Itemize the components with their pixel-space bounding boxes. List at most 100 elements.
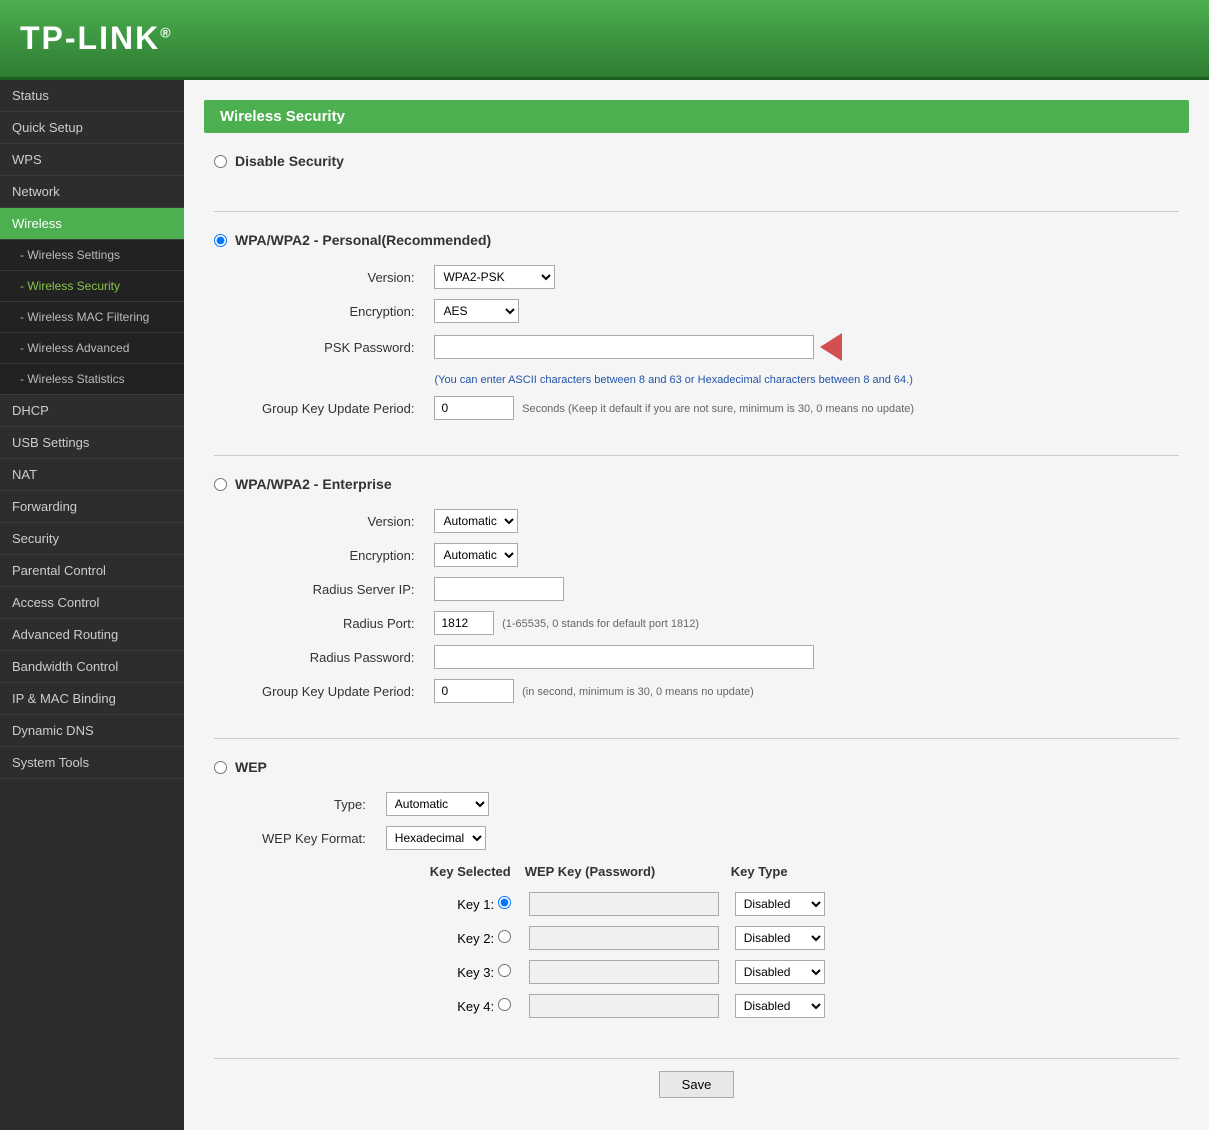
- ent-version-select[interactable]: Automatic WPA WPA2: [434, 509, 518, 533]
- psk-hint-text: (You can enter ASCII characters between …: [434, 374, 912, 386]
- radius-ip-cell: [426, 572, 822, 606]
- disable-security-header: Disable Security: [214, 153, 1179, 169]
- encryption-row: Encryption: AES TKIP AES/TKIP: [254, 294, 922, 328]
- wep-format-select[interactable]: Hexadecimal ASCII: [386, 826, 486, 850]
- wep-key-3-row: Key 3: Disabled: [426, 955, 833, 989]
- psk-password-input[interactable]: [434, 335, 814, 359]
- sidebar-item-wireless-advanced[interactable]: - Wireless Advanced: [0, 333, 184, 364]
- radius-password-label: Radius Password:: [254, 640, 426, 674]
- radius-ip-label: Radius Server IP:: [254, 572, 426, 606]
- ent-encryption-row: Encryption: Automatic AES TKIP: [254, 538, 822, 572]
- group-key-hint: Seconds (Keep it default if you are not …: [518, 403, 914, 415]
- wep-key-2-type-select[interactable]: Disabled 64bit 128bit 152bit: [735, 926, 825, 950]
- sidebar-item-wireless-mac[interactable]: - Wireless MAC Filtering: [0, 302, 184, 333]
- wep-key-1-type-cell: Disabled 64bit 128bit 152bit: [727, 887, 833, 921]
- wep-key-3-type-select[interactable]: Disabled 64bit 128bit 152bit: [735, 960, 825, 984]
- wep-keys-header-row: Key Selected WEP Key (Password) Key Type…: [254, 855, 841, 1028]
- sidebar-item-forwarding[interactable]: Forwarding: [0, 491, 184, 523]
- divider-2: [214, 455, 1179, 456]
- sidebar-item-wireless-security[interactable]: - Wireless Security: [0, 271, 184, 302]
- sidebar-item-security[interactable]: Security: [0, 523, 184, 555]
- wpa-personal-radio[interactable]: [214, 234, 227, 247]
- wep-radio[interactable]: [214, 761, 227, 774]
- sidebar-item-usb-settings[interactable]: USB Settings: [0, 427, 184, 459]
- wep-key-2-radio[interactable]: [498, 930, 511, 943]
- wep-key-4-input[interactable]: [529, 994, 719, 1018]
- sidebar-item-network[interactable]: Network: [0, 176, 184, 208]
- logo: TP-LINK®: [20, 20, 173, 57]
- wpa-enterprise-section: WPA/WPA2 - Enterprise Version: Automatic…: [214, 476, 1179, 718]
- radius-ip-input[interactable]: [434, 577, 564, 601]
- arrow-indicator: [820, 333, 842, 361]
- wep-key-3-type-cell: Disabled 64bit 128bit 152bit: [727, 955, 833, 989]
- psk-password-label: PSK Password:: [254, 328, 426, 366]
- wep-format-cell: Hexadecimal ASCII: [378, 821, 841, 855]
- disable-security-radio[interactable]: [214, 155, 227, 168]
- sidebar-item-status[interactable]: Status: [0, 80, 184, 112]
- wep-key-1-radio[interactable]: [498, 896, 511, 909]
- wep-key-2-label: Key 2:: [457, 931, 494, 946]
- ent-group-key-row: Group Key Update Period: (in second, min…: [254, 674, 822, 708]
- main-content: Wireless Security Disable Security WPA/W…: [184, 80, 1209, 1130]
- wep-key-4-label: Key 4:: [457, 999, 494, 1014]
- wep-key-4-value-cell: [521, 989, 727, 1023]
- sidebar-item-advanced-routing[interactable]: Advanced Routing: [0, 619, 184, 651]
- sidebar-item-nat[interactable]: NAT: [0, 459, 184, 491]
- ent-encryption-select[interactable]: Automatic AES TKIP: [434, 543, 518, 567]
- sidebar-item-access-control[interactable]: Access Control: [0, 587, 184, 619]
- group-key-row: Group Key Update Period: Seconds (Keep i…: [254, 391, 922, 425]
- version-select[interactable]: WPA2-PSK WPA-PSK WPA/WPA2-PSK: [434, 265, 555, 289]
- wep-key-1-input[interactable]: [529, 892, 719, 916]
- wep-key-2-select-cell: Key 2:: [426, 921, 521, 955]
- wep-key-3-input[interactable]: [529, 960, 719, 984]
- ent-group-key-label: Group Key Update Period:: [254, 674, 426, 708]
- radius-port-row: Radius Port: (1-65535, 0 stands for defa…: [254, 606, 822, 640]
- sidebar-item-ip-mac-binding[interactable]: IP & MAC Binding: [0, 683, 184, 715]
- sidebar-item-quick-setup[interactable]: Quick Setup: [0, 112, 184, 144]
- ent-version-cell: Automatic WPA WPA2: [426, 504, 822, 538]
- sidebar-item-bandwidth-control[interactable]: Bandwidth Control: [0, 651, 184, 683]
- sidebar-item-wps[interactable]: WPS: [0, 144, 184, 176]
- sidebar-item-dynamic-dns[interactable]: Dynamic DNS: [0, 715, 184, 747]
- wep-key-3-value-cell: [521, 955, 727, 989]
- ent-group-key-input[interactable]: [434, 679, 514, 703]
- wep-key-4-type-select[interactable]: Disabled 64bit 128bit 152bit: [735, 994, 825, 1018]
- wep-format-label: WEP Key Format:: [254, 821, 378, 855]
- wep-key-2-type-cell: Disabled 64bit 128bit 152bit: [727, 921, 833, 955]
- wep-key-1-type-select[interactable]: Disabled 64bit 128bit 152bit: [735, 892, 825, 916]
- wep-key-2-input[interactable]: [529, 926, 719, 950]
- psk-hint-cell: (You can enter ASCII characters between …: [426, 366, 922, 391]
- disable-security-label: Disable Security: [235, 153, 344, 169]
- radius-password-input[interactable]: [434, 645, 814, 669]
- sidebar-item-parental-control[interactable]: Parental Control: [0, 555, 184, 587]
- ent-group-key-hint: (in second, minimum is 30, 0 means no up…: [518, 686, 754, 698]
- wep-key-4-radio[interactable]: [498, 998, 511, 1011]
- layout: Status Quick Setup WPS Network Wireless …: [0, 80, 1209, 1130]
- group-key-input[interactable]: [434, 396, 514, 420]
- radius-password-row: Radius Password:: [254, 640, 822, 674]
- wep-key-3-select-cell: Key 3:: [426, 955, 521, 989]
- sidebar-item-wireless-stats[interactable]: - Wireless Statistics: [0, 364, 184, 395]
- wep-keys-header-cell: Key Selected WEP Key (Password) Key Type…: [378, 855, 841, 1028]
- wep-key-4-type-cell: Disabled 64bit 128bit 152bit: [727, 989, 833, 1023]
- encryption-select[interactable]: AES TKIP AES/TKIP: [434, 299, 519, 323]
- version-row: Version: WPA2-PSK WPA-PSK WPA/WPA2-PSK: [254, 260, 922, 294]
- sidebar-item-system-tools[interactable]: System Tools: [0, 747, 184, 779]
- wep-key-1-value-cell: [521, 887, 727, 921]
- wep-key-2-value-cell: [521, 921, 727, 955]
- sidebar-item-wireless-settings[interactable]: - Wireless Settings: [0, 240, 184, 271]
- col-key-selected: Key Selected: [426, 860, 521, 887]
- psk-container: [434, 333, 842, 361]
- wep-type-cell: Automatic Open System Shared Key: [378, 787, 841, 821]
- radius-port-input[interactable]: [434, 611, 494, 635]
- sidebar-item-wireless[interactable]: Wireless: [0, 208, 184, 240]
- header: TP-LINK®: [0, 0, 1209, 80]
- wpa-enterprise-radio[interactable]: [214, 478, 227, 491]
- wep-header: WEP: [214, 759, 1179, 775]
- wep-type-label: Type:: [254, 787, 378, 821]
- wep-key-3-radio[interactable]: [498, 964, 511, 977]
- sidebar-item-dhcp[interactable]: DHCP: [0, 395, 184, 427]
- wep-type-select[interactable]: Automatic Open System Shared Key: [386, 792, 489, 816]
- save-button[interactable]: Save: [659, 1071, 735, 1098]
- wep-key-1-label: Key 1:: [457, 897, 494, 912]
